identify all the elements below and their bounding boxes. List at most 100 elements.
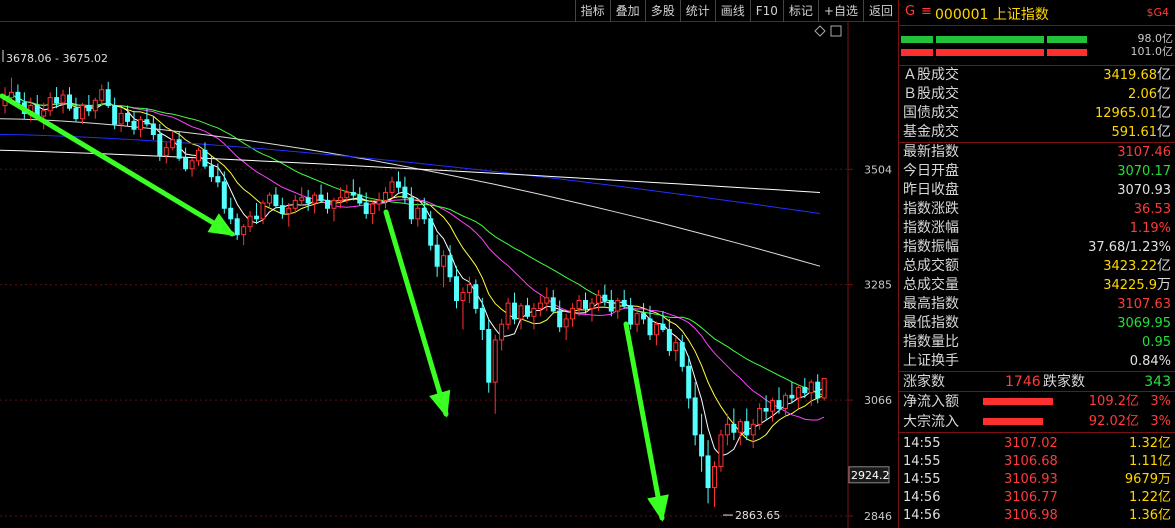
menu-icon[interactable]: ≡: [921, 4, 932, 19]
candle-body[interactable]: [441, 255, 447, 267]
candle-body[interactable]: [512, 302, 518, 320]
candle-body[interactable]: [350, 191, 356, 196]
candle-body[interactable]: [92, 99, 98, 112]
candle-body[interactable]: [815, 381, 821, 399]
candle-body[interactable]: [344, 191, 350, 199]
candle-body[interactable]: [634, 313, 640, 325]
tick-row[interactable]: 14:55 3107.02 1.32亿: [899, 435, 1175, 453]
toolbar-button[interactable]: F10: [749, 0, 783, 22]
candle-body[interactable]: [247, 215, 253, 228]
candle-body[interactable]: [357, 194, 363, 204]
candle-body[interactable]: [466, 284, 472, 294]
candle-body[interactable]: [196, 149, 201, 162]
tick-row[interactable]: 14:56 3106.98 1.36亿: [899, 507, 1175, 525]
candle-body[interactable]: [531, 307, 537, 317]
kline-chart-svg[interactable]: 3504 3285 3066 2846 3678.06 - 3675.02 2863.65…: [0, 22, 898, 528]
candle-body[interactable]: [228, 207, 234, 220]
diamond-icon[interactable]: [814, 25, 826, 37]
candle-body[interactable]: [41, 110, 47, 117]
candle-body[interactable]: [679, 342, 685, 367]
candle-body[interactable]: [608, 299, 614, 312]
g-icon[interactable]: G: [905, 4, 915, 19]
candle-body[interactable]: [292, 199, 298, 209]
candle-body[interactable]: [763, 408, 769, 412]
candle-body[interactable]: [8, 91, 14, 99]
candle-body[interactable]: [318, 194, 324, 201]
candle-body[interactable]: [518, 305, 524, 320]
candle-body[interactable]: [189, 160, 195, 170]
toolbar-button[interactable]: 多股: [644, 0, 680, 22]
candle-body[interactable]: [67, 94, 72, 109]
candle-body[interactable]: [576, 299, 582, 309]
candle-body[interactable]: [137, 119, 143, 130]
candle-body[interactable]: [337, 197, 343, 201]
candle-body[interactable]: [595, 294, 601, 304]
candle-body[interactable]: [802, 386, 808, 394]
candle-body[interactable]: [363, 202, 369, 215]
toolbar-button[interactable]: 指标: [574, 0, 610, 22]
candle-body[interactable]: [273, 194, 279, 207]
candle-body[interactable]: [499, 323, 505, 341]
candle-body[interactable]: [731, 423, 737, 433]
candle-body[interactable]: [383, 191, 389, 201]
candle-body[interactable]: [183, 157, 189, 170]
candle-body[interactable]: [79, 105, 85, 120]
candle-body[interactable]: [434, 244, 440, 267]
candle-body[interactable]: [376, 199, 382, 205]
candle-body[interactable]: [331, 199, 337, 209]
candle-body[interactable]: [479, 307, 485, 330]
candle-body[interactable]: [583, 299, 588, 309]
toolbar-button[interactable]: 叠加: [609, 0, 645, 22]
candle-body[interactable]: [208, 165, 214, 178]
candle-body[interactable]: [299, 197, 305, 201]
candle-body[interactable]: [486, 328, 492, 383]
candle-body[interactable]: [563, 318, 569, 328]
candle-body[interactable]: [757, 408, 763, 425]
tick-list[interactable]: 14:55 3107.02 1.32亿 14:55 3106.68 1.11亿 14:55 3…: [899, 432, 1175, 525]
candle-body[interactable]: [325, 199, 330, 209]
candle-body[interactable]: [544, 297, 550, 304]
candle-body[interactable]: [279, 205, 285, 215]
candle-body[interactable]: [750, 423, 756, 436]
candle-body[interactable]: [215, 176, 221, 183]
candle-body[interactable]: [647, 318, 653, 336]
candle-body[interactable]: [770, 400, 776, 412]
candle-body[interactable]: [447, 255, 453, 278]
candle-body[interactable]: [692, 397, 698, 436]
candle-body[interactable]: [221, 181, 227, 209]
candle-body[interactable]: [724, 423, 730, 436]
tick-row[interactable]: 14:55 3106.93 9679万: [899, 471, 1175, 489]
candle-body[interactable]: [505, 302, 511, 325]
candle-body[interactable]: [524, 305, 530, 317]
candle-body[interactable]: [60, 94, 66, 104]
candle-body[interactable]: [808, 381, 814, 394]
candle-body[interactable]: [473, 284, 479, 309]
candle-body[interactable]: [389, 181, 395, 193]
candle-body[interactable]: [718, 434, 724, 467]
candle-body[interactable]: [202, 149, 208, 167]
candle-body[interactable]: [699, 434, 705, 457]
toolbar-button[interactable]: 标记: [782, 0, 818, 22]
candle-body[interactable]: [99, 89, 105, 101]
candle-body[interactable]: [589, 302, 595, 309]
candle-body[interactable]: [628, 305, 634, 325]
toolbar-button[interactable]: 画线: [714, 0, 750, 22]
candle-body[interactable]: [686, 365, 692, 399]
candle-body[interactable]: [234, 218, 240, 236]
candle-body[interactable]: [241, 226, 247, 236]
candle-body[interactable]: [782, 394, 788, 410]
candle-body[interactable]: [602, 294, 608, 301]
candle-body[interactable]: [821, 377, 827, 399]
candle-body[interactable]: [460, 292, 466, 301]
candle-body[interactable]: [537, 302, 543, 309]
candle-body[interactable]: [744, 421, 750, 436]
candle-body[interactable]: [112, 105, 118, 125]
candle-body[interactable]: [621, 299, 627, 307]
candle-body[interactable]: [550, 297, 556, 312]
candle-body[interactable]: [286, 207, 292, 215]
candle-body[interactable]: [421, 207, 427, 220]
candle-body[interactable]: [712, 465, 717, 489]
candle-body[interactable]: [266, 194, 272, 204]
candle-body[interactable]: [660, 323, 666, 330]
close-icon[interactable]: [830, 25, 842, 37]
